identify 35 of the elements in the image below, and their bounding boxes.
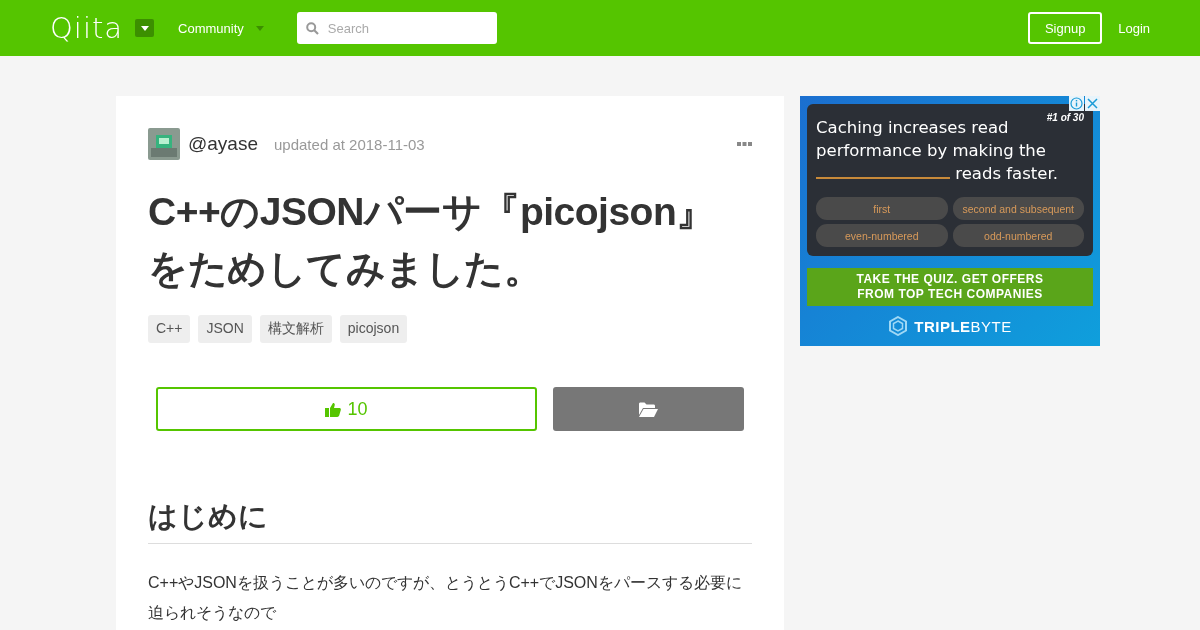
tag[interactable]: 構文解析 [259,315,332,343]
quiz-cta-button[interactable]: TAKE THE QUIZ. GET OFFERS FROM TOP TECH COMPANIES [807,268,1093,306]
tag[interactable]: C++ [148,315,191,343]
community-menu[interactable]: Community [178,20,264,36]
answer-button[interactable]: odd-numbered [952,224,1084,247]
caret-icon [140,25,149,31]
search-field[interactable]: Search [296,12,497,44]
site-logo[interactable]: Qiita [50,11,124,45]
author-name[interactable]: @ayase [188,133,258,155]
ad-banner[interactable]: #1 of 30 Caching increases read performance by making the reads faster. first second and subsequent even-numbered odd-numbered TAKE THE QUIZ. GET OFFERS FROM TOP TECH COMPANIES TRIPLEBYTE [800,96,1100,346]
article-title: C++のJSONパーサ『picojson』をためしてみました。 [148,189,716,292]
tag[interactable]: picojson [339,315,408,343]
thumbs-up-icon [325,401,342,417]
answer-button[interactable]: first [816,197,948,220]
answer-button[interactable]: second and subsequent [952,197,1084,220]
answer-button[interactable]: even-numbered [816,224,948,247]
hexagon-logo-icon [888,316,909,336]
updated-date: updated at 2018-11-03 [274,135,425,153]
more-icon[interactable] [737,141,752,147]
info-icon[interactable] [1069,96,1084,111]
question-counter: #1 of 30 [1046,112,1084,123]
caret-icon [255,25,264,31]
paragraph: C++やJSONを扱うことが多いのですが、とうとうC++でJSONをパースする必要に迫られそうなので [148,573,743,623]
brand-name: TRIPLEBYTE [914,317,1012,335]
signup-button[interactable]: Signup [1028,12,1103,44]
dropdown-button[interactable] [135,19,155,37]
avatar[interactable] [148,128,180,160]
like-button[interactable]: 10 [156,387,537,431]
search-icon [305,22,319,35]
folder-button[interactable] [553,387,744,431]
login-link[interactable]: Login [1118,20,1150,36]
section-heading: はじめに [148,497,752,544]
close-icon[interactable] [1085,96,1100,111]
folder-icon [639,401,658,417]
tag[interactable]: JSON [198,315,252,343]
